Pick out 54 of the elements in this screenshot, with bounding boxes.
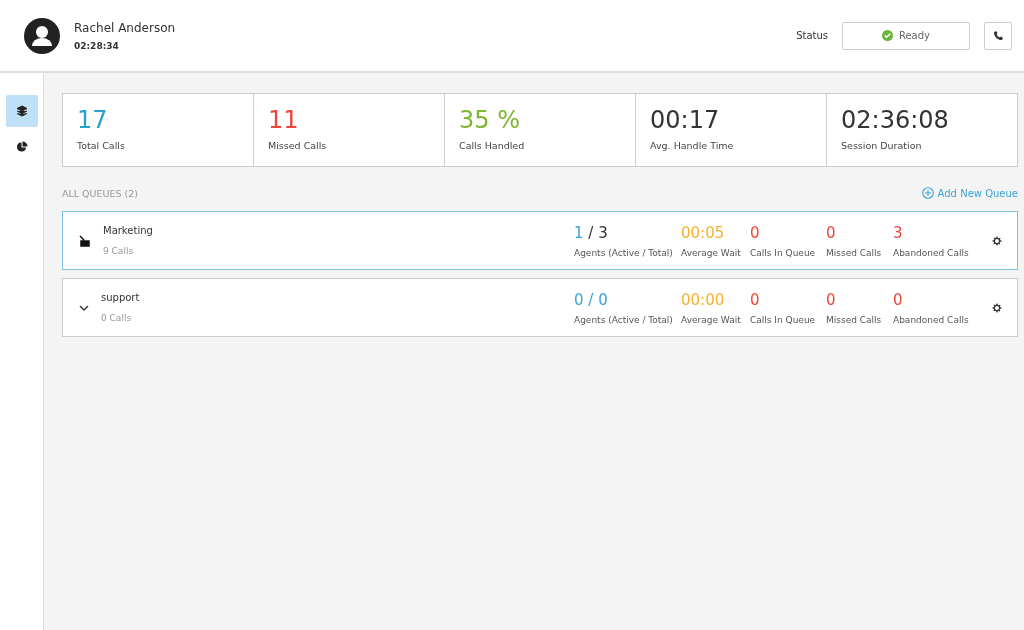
queue-name: Marketing	[103, 225, 154, 236]
agents-count: 0 / 0	[574, 290, 609, 309]
settings-button[interactable]	[991, 234, 1003, 247]
stat-label: Session Duration	[841, 140, 923, 151]
queue-name: support	[101, 292, 141, 303]
queue-call-count: 0 Calls	[101, 313, 133, 323]
status-label: Status	[796, 30, 828, 41]
stat-value: 11	[268, 106, 300, 134]
phone-button[interactable]	[984, 21, 1012, 50]
layers-icon	[15, 105, 28, 117]
stat-label: Calls Handled	[459, 140, 526, 151]
average-wait: 00:05	[681, 223, 726, 242]
metric-label: Agents (Active / Total)	[574, 247, 674, 258]
queue-card[interactable]: support 0 Calls 0 / 0 Agents (Active / Total) 00:00 Average Wait 0 Calls In Queue 0 Missed Calls 0 Abandoned Calls	[62, 278, 1018, 337]
check-circle-icon	[881, 30, 893, 41]
calls-in-queue: 0	[750, 223, 761, 242]
chevron-down-icon	[79, 304, 89, 311]
metric-label: Average Wait	[681, 314, 742, 325]
sidebar-item[interactable]	[5, 95, 38, 127]
stat-value: 17	[77, 106, 109, 134]
plus-circle-icon	[921, 187, 934, 199]
session-timer: 02:28:34	[74, 40, 120, 51]
queue-card[interactable]: Marketing 9 Calls 1 / 3 Agents (Active / Total) 00:05 Average Wait 0 Calls In Queue 0 Missed Calls 3 Abandoned Calls	[62, 211, 1018, 270]
metric-label: Abandoned Calls	[893, 314, 970, 325]
settings-button[interactable]	[991, 301, 1003, 314]
metric-label: Agents (Active / Total)	[574, 314, 674, 325]
settings-icon	[991, 301, 1003, 314]
stat-label: Total Calls	[77, 140, 126, 151]
missed-calls: 0	[826, 290, 837, 309]
metric-label: Calls In Queue	[750, 247, 817, 258]
queues-heading: ALL QUEUES (2)	[62, 187, 138, 199]
status-dropdown[interactable]: Ready	[842, 21, 970, 50]
metric-label: Missed Calls	[826, 247, 883, 258]
agents-count: 1 / 3	[574, 223, 609, 242]
pie-chart-icon	[15, 141, 28, 153]
metric-label: Abandoned Calls	[893, 247, 970, 258]
metric-label: Average Wait	[681, 247, 742, 258]
stat-value: 00:17	[650, 106, 721, 134]
user-name: Rachel Anderson	[74, 20, 177, 35]
stat-value: 02:36:08	[841, 106, 950, 134]
stat-label: Missed Calls	[268, 140, 328, 151]
queue-call-count: 9 Calls	[103, 246, 135, 256]
stat-label: Avg. Handle Time	[650, 140, 735, 151]
abandoned-calls: 3	[893, 223, 904, 242]
abandoned-calls: 0	[893, 290, 904, 309]
user-avatar-icon	[24, 17, 60, 54]
calls-in-queue: 0	[750, 290, 761, 309]
phone-icon	[992, 30, 1004, 41]
stat-value: 35 %	[459, 106, 521, 134]
metric-label: Missed Calls	[826, 314, 883, 325]
settings-icon	[991, 234, 1003, 247]
average-wait: 00:00	[681, 290, 726, 309]
missed-calls: 0	[826, 223, 837, 242]
metric-label: Calls In Queue	[750, 314, 817, 325]
